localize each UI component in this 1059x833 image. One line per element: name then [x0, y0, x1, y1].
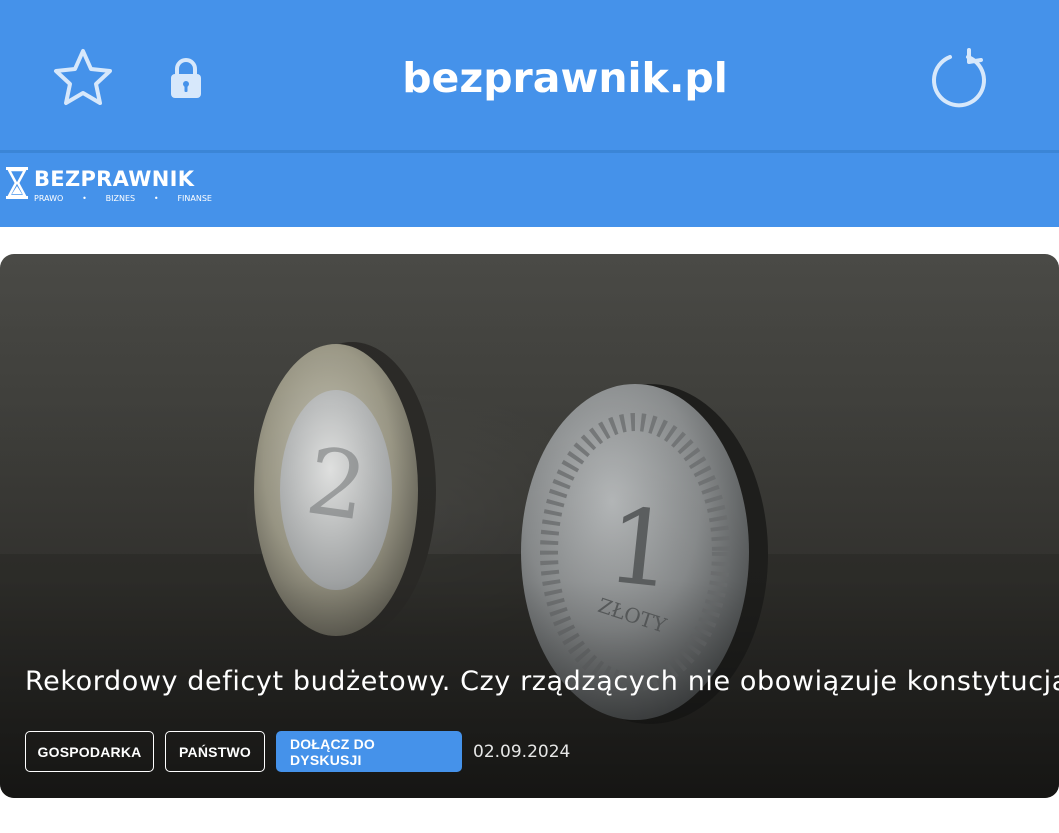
lock-icon [171, 58, 201, 98]
browser-address-bar: bezprawnik.pl [0, 0, 1059, 150]
article-meta: GOSPODARKA PAŃSTWO DOŁĄCZ DO DYSKUSJI 02… [25, 731, 570, 772]
hourglass-icon [6, 167, 28, 199]
article-title[interactable]: Rekordowy deficyt budżetowy. Czy rządząc… [25, 664, 1059, 700]
hero-image: 2 1 ZŁOTY [0, 254, 1059, 798]
reload-icon [932, 48, 986, 108]
tagline-separator: • [82, 194, 87, 203]
bookmark-button[interactable] [50, 45, 116, 111]
tagline-item: PRAWO [34, 194, 64, 203]
tag-gospodarka[interactable]: GOSPODARKA [25, 731, 154, 772]
hero-article-card[interactable]: 2 1 ZŁOTY Rekordowy deficyt budżetowy. C… [0, 254, 1059, 798]
tagline-separator: • [153, 194, 159, 203]
logo-tagline: PRAWO • BIZNES • FINANSE [34, 194, 212, 204]
url-text[interactable]: bezprawnik.pl [330, 52, 800, 104]
article-date: 02.09.2024 [473, 741, 571, 762]
tagline-item: BIZNES [105, 194, 136, 203]
site-logo[interactable]: BEZPRAWNIK PRAWO • BIZNES • FINANSE [6, 167, 226, 207]
logo-name: BEZPRAWNIK [34, 167, 195, 191]
site-header: BEZPRAWNIK PRAWO • BIZNES • FINANSE [0, 153, 1059, 227]
tag-panstwo[interactable]: PAŃSTWO [165, 731, 265, 772]
reload-button[interactable] [925, 45, 993, 113]
star-icon [54, 49, 112, 105]
join-discussion-button[interactable]: DOŁĄCZ DO DYSKUSJI [276, 731, 462, 772]
tagline-item: FINANSE [177, 194, 212, 203]
